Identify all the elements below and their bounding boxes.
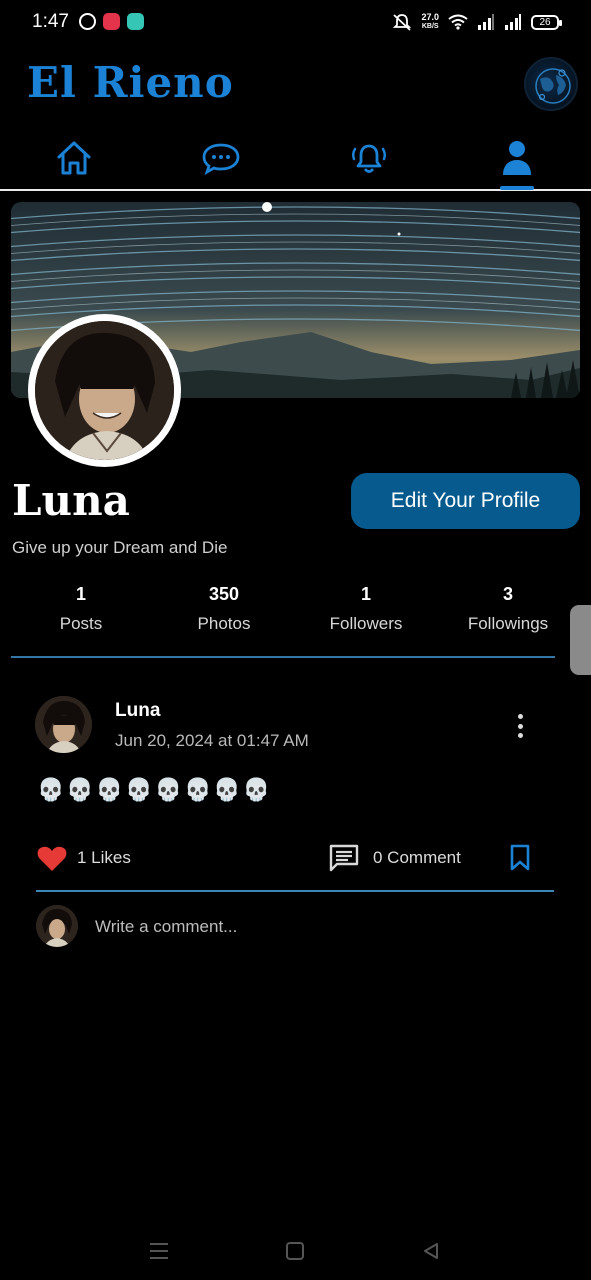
profile-stats: 1 Posts 350 Photos 1 Followers 3 Followi… bbox=[11, 584, 555, 644]
edit-profile-button[interactable]: Edit Your Profile bbox=[351, 473, 580, 529]
profile-avatar[interactable] bbox=[28, 314, 181, 467]
stat-posts[interactable]: 1 Posts bbox=[11, 584, 151, 634]
avatar-portrait bbox=[36, 905, 78, 947]
signal-icon-1 bbox=[478, 14, 494, 30]
chat-icon bbox=[202, 143, 240, 175]
main-nav bbox=[0, 128, 591, 190]
avatar-portrait bbox=[35, 696, 92, 753]
stat-label: Photos bbox=[197, 614, 251, 633]
comments-count: 0 Comment bbox=[373, 848, 461, 867]
profile-name: Luna bbox=[12, 476, 130, 525]
system-nav-bar bbox=[0, 1228, 591, 1272]
stat-value: 1 bbox=[75, 584, 86, 604]
stat-photos[interactable]: 350 Photos bbox=[154, 584, 294, 634]
chat-notification-icon bbox=[127, 13, 144, 30]
comment-button[interactable]: 0 Comment bbox=[329, 842, 461, 874]
status-bar: 1:47 27.0 KB/S 26 bbox=[0, 0, 591, 44]
account-avatar[interactable] bbox=[524, 57, 578, 111]
network-speed-unit: KB/S bbox=[421, 23, 439, 30]
globe-icon bbox=[535, 68, 571, 104]
stat-label: Posts bbox=[59, 614, 103, 633]
network-speed-value: 27.0 bbox=[421, 12, 439, 22]
app-notification-icon bbox=[103, 13, 120, 30]
stats-divider bbox=[11, 656, 555, 658]
square-icon bbox=[286, 1242, 304, 1260]
stat-value: 350 bbox=[208, 584, 240, 604]
home-button[interactable] bbox=[282, 1238, 308, 1264]
menu-dot bbox=[517, 723, 523, 729]
bookmark-button[interactable] bbox=[509, 844, 531, 875]
post-content: 💀💀💀💀💀💀💀💀 bbox=[37, 778, 273, 803]
post-author-name[interactable]: Luna bbox=[115, 700, 160, 722]
status-time: 1:47 bbox=[32, 11, 69, 32]
stat-value: 3 bbox=[502, 584, 513, 604]
tab-home[interactable] bbox=[44, 128, 104, 188]
network-speed: 27.0 KB/S bbox=[421, 13, 439, 31]
commenter-avatar bbox=[36, 905, 78, 947]
tab-profile[interactable] bbox=[487, 128, 547, 188]
post-timestamp: Jun 20, 2024 at 01:47 AM bbox=[115, 731, 309, 750]
stat-label: Followings bbox=[467, 614, 549, 633]
comment-icon bbox=[329, 844, 359, 872]
profile-screen: 1:47 27.0 KB/S 26 El Rieno Luna Edit You… bbox=[0, 0, 591, 1280]
post-author-avatar[interactable] bbox=[35, 696, 92, 753]
like-button[interactable]: 1 Likes bbox=[37, 842, 131, 874]
battery-indicator: 26 bbox=[531, 14, 562, 30]
likes-count: 1 Likes bbox=[77, 848, 131, 867]
tab-messages[interactable] bbox=[191, 128, 251, 188]
stat-followers[interactable]: 1 Followers bbox=[296, 584, 436, 634]
status-indicators: 27.0 KB/S 26 bbox=[392, 10, 562, 34]
menu-icon bbox=[150, 1243, 168, 1259]
bookmark-icon bbox=[510, 844, 530, 871]
post-divider bbox=[36, 890, 554, 892]
post-options-button[interactable] bbox=[508, 710, 532, 742]
home-icon bbox=[57, 141, 91, 175]
menu-dot bbox=[517, 714, 523, 719]
tab-notifications[interactable] bbox=[339, 128, 399, 188]
app-title: El Rieno bbox=[27, 58, 234, 107]
whatsapp-icon bbox=[79, 13, 96, 30]
mute-icon bbox=[393, 14, 412, 31]
active-tab-indicator bbox=[500, 186, 534, 190]
profile-bio: Give up your Dream and Die bbox=[12, 538, 228, 557]
user-icon bbox=[503, 141, 531, 175]
stat-label: Followers bbox=[329, 614, 403, 633]
comment-input[interactable] bbox=[95, 912, 535, 942]
avatar-portrait bbox=[35, 321, 174, 460]
back-button[interactable] bbox=[418, 1238, 444, 1264]
back-triangle-icon bbox=[424, 1243, 438, 1259]
stat-followings[interactable]: 3 Followings bbox=[438, 584, 578, 634]
signal-icon-2 bbox=[505, 14, 521, 30]
bell-icon bbox=[351, 144, 387, 173]
stat-value: 1 bbox=[360, 584, 371, 604]
heart-icon bbox=[37, 846, 67, 871]
recent-apps-button[interactable] bbox=[146, 1238, 172, 1264]
edge-panel-handle[interactable] bbox=[570, 605, 591, 675]
profile-avatar-image bbox=[35, 321, 174, 460]
wifi-icon bbox=[448, 14, 468, 30]
menu-dot bbox=[517, 733, 523, 738]
